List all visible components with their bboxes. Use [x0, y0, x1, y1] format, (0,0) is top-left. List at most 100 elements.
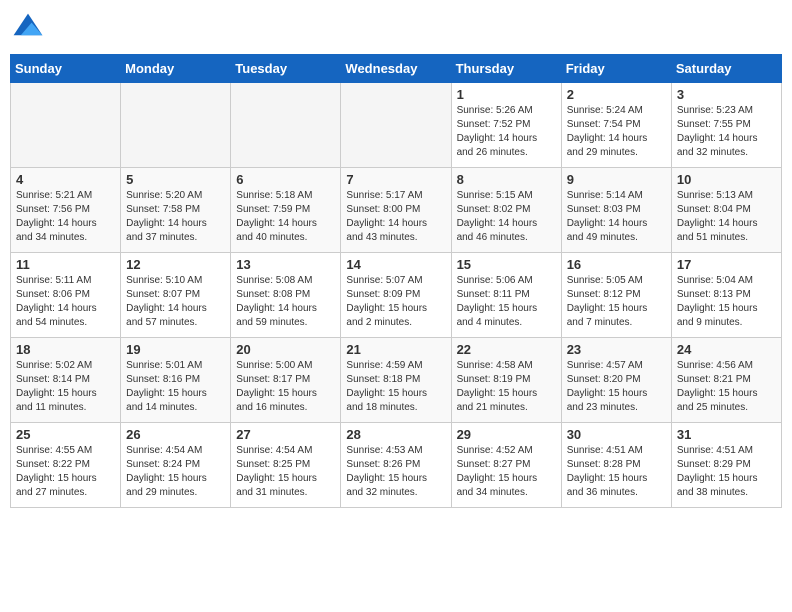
calendar-cell: 23Sunrise: 4:57 AM Sunset: 8:20 PM Dayli… [561, 338, 671, 423]
day-info: Sunrise: 5:17 AM Sunset: 8:00 PM Dayligh… [346, 189, 445, 245]
day-info: Sunrise: 5:10 AM Sunset: 8:07 PM Dayligh… [126, 274, 225, 330]
header-cell-sunday: Sunday [11, 55, 121, 83]
day-number: 19 [126, 342, 225, 357]
calendar-cell [341, 83, 451, 168]
calendar-cell: 7 Sunrise: 5:17 AM Sunset: 8:00 PM Daylig… [341, 168, 451, 253]
calendar-cell [121, 83, 231, 168]
logo [10, 10, 50, 46]
day-number: 3 [677, 87, 776, 102]
day-number: 18 [16, 342, 115, 357]
day-info: Sunrise: 5:02 AM Sunset: 8:14 PM Dayligh… [16, 359, 115, 415]
day-number: 25 [16, 427, 115, 442]
day-number: 29 [457, 427, 556, 442]
calendar-cell: 2Sunrise: 5:24 AM Sunset: 7:54 PM Daylig… [561, 83, 671, 168]
calendar-cell: 24 Sunrise: 4:56 AM Sunset: 8:21 PM Dayli… [671, 338, 781, 423]
calendar-cell: 4Sunrise: 5:21 AM Sunset: 7:56 PM Daylig… [11, 168, 121, 253]
calendar-cell: 3 Sunrise: 5:23 AM Sunset: 7:55 PM Daylig… [671, 83, 781, 168]
day-number: 9 [567, 172, 666, 187]
day-info: Sunrise: 5:06 AM Sunset: 8:11 PM Dayligh… [457, 274, 556, 330]
header-cell-friday: Friday [561, 55, 671, 83]
header-cell-wednesday: Wednesday [341, 55, 451, 83]
calendar-cell: 10 Sunrise: 5:13 AM Sunset: 8:04 PM Dayli… [671, 168, 781, 253]
day-number: 14 [346, 257, 445, 272]
day-info: Sunrise: 4:51 AM Sunset: 8:29 PM Dayligh… [677, 444, 776, 500]
day-info: Sunrise: 5:05 AM Sunset: 8:12 PM Dayligh… [567, 274, 666, 330]
header-cell-saturday: Saturday [671, 55, 781, 83]
day-number: 21 [346, 342, 445, 357]
calendar-cell: 20Sunrise: 5:00 AM Sunset: 8:17 PM Dayli… [231, 338, 341, 423]
day-number: 26 [126, 427, 225, 442]
day-info: Sunrise: 4:53 AM Sunset: 8:26 PM Dayligh… [346, 444, 445, 500]
day-info: Sunrise: 4:52 AM Sunset: 8:27 PM Dayligh… [457, 444, 556, 500]
day-info: Sunrise: 4:54 AM Sunset: 8:24 PM Dayligh… [126, 444, 225, 500]
day-info: Sunrise: 5:11 AM Sunset: 8:06 PM Dayligh… [16, 274, 115, 330]
day-info: Sunrise: 5:07 AM Sunset: 8:09 PM Dayligh… [346, 274, 445, 330]
day-info: Sunrise: 4:59 AM Sunset: 8:18 PM Dayligh… [346, 359, 445, 415]
calendar-cell [231, 83, 341, 168]
day-number: 6 [236, 172, 335, 187]
day-info: Sunrise: 5:24 AM Sunset: 7:54 PM Dayligh… [567, 104, 666, 160]
calendar-cell: 15 Sunrise: 5:06 AM Sunset: 8:11 PM Dayli… [451, 253, 561, 338]
calendar-cell: 25Sunrise: 4:55 AM Sunset: 8:22 PM Dayli… [11, 423, 121, 508]
week-row-2: 4Sunrise: 5:21 AM Sunset: 7:56 PM Daylig… [11, 168, 782, 253]
calendar-cell: 31 Sunrise: 4:51 AM Sunset: 8:29 PM Dayli… [671, 423, 781, 508]
calendar-cell: 26 Sunrise: 4:54 AM Sunset: 8:24 PM Dayli… [121, 423, 231, 508]
day-info: Sunrise: 5:15 AM Sunset: 8:02 PM Dayligh… [457, 189, 556, 245]
day-number: 15 [457, 257, 556, 272]
day-info: Sunrise: 5:20 AM Sunset: 7:58 PM Dayligh… [126, 189, 225, 245]
day-number: 24 [677, 342, 776, 357]
calendar-cell: 21 Sunrise: 4:59 AM Sunset: 8:18 PM Dayli… [341, 338, 451, 423]
week-row-4: 18 Sunrise: 5:02 AM Sunset: 8:14 PM Dayli… [11, 338, 782, 423]
calendar-cell: 30 Sunrise: 4:51 AM Sunset: 8:28 PM Dayli… [561, 423, 671, 508]
day-number: 17 [677, 257, 776, 272]
day-number: 11 [16, 257, 115, 272]
header-row: SundayMondayTuesdayWednesdayThursdayFrid… [11, 55, 782, 83]
day-info: Sunrise: 5:00 AM Sunset: 8:17 PM Dayligh… [236, 359, 335, 415]
calendar-cell: 28Sunrise: 4:53 AM Sunset: 8:26 PM Dayli… [341, 423, 451, 508]
calendar-header: SundayMondayTuesdayWednesdayThursdayFrid… [11, 55, 782, 83]
day-number: 31 [677, 427, 776, 442]
day-number: 4 [16, 172, 115, 187]
calendar-cell: 11 Sunrise: 5:11 AM Sunset: 8:06 PM Dayli… [11, 253, 121, 338]
day-info: Sunrise: 5:01 AM Sunset: 8:16 PM Dayligh… [126, 359, 225, 415]
day-number: 30 [567, 427, 666, 442]
calendar-cell: 18 Sunrise: 5:02 AM Sunset: 8:14 PM Dayli… [11, 338, 121, 423]
day-number: 8 [457, 172, 556, 187]
day-info: Sunrise: 4:57 AM Sunset: 8:20 PM Dayligh… [567, 359, 666, 415]
calendar-cell: 5 Sunrise: 5:20 AM Sunset: 7:58 PM Daylig… [121, 168, 231, 253]
week-row-1: 1 Sunrise: 5:26 AM Sunset: 7:52 PM Daylig… [11, 83, 782, 168]
day-info: Sunrise: 5:14 AM Sunset: 8:03 PM Dayligh… [567, 189, 666, 245]
day-number: 27 [236, 427, 335, 442]
day-number: 1 [457, 87, 556, 102]
day-number: 22 [457, 342, 556, 357]
day-info: Sunrise: 5:13 AM Sunset: 8:04 PM Dayligh… [677, 189, 776, 245]
day-number: 10 [677, 172, 776, 187]
day-info: Sunrise: 5:18 AM Sunset: 7:59 PM Dayligh… [236, 189, 335, 245]
day-number: 12 [126, 257, 225, 272]
week-row-3: 11 Sunrise: 5:11 AM Sunset: 8:06 PM Dayli… [11, 253, 782, 338]
day-info: Sunrise: 4:51 AM Sunset: 8:28 PM Dayligh… [567, 444, 666, 500]
day-info: Sunrise: 4:54 AM Sunset: 8:25 PM Dayligh… [236, 444, 335, 500]
calendar-cell [11, 83, 121, 168]
day-info: Sunrise: 5:04 AM Sunset: 8:13 PM Dayligh… [677, 274, 776, 330]
calendar-table: SundayMondayTuesdayWednesdayThursdayFrid… [10, 54, 782, 508]
calendar-cell: 16Sunrise: 5:05 AM Sunset: 8:12 PM Dayli… [561, 253, 671, 338]
day-info: Sunrise: 5:26 AM Sunset: 7:52 PM Dayligh… [457, 104, 556, 160]
day-info: Sunrise: 4:56 AM Sunset: 8:21 PM Dayligh… [677, 359, 776, 415]
calendar-cell: 1 Sunrise: 5:26 AM Sunset: 7:52 PM Daylig… [451, 83, 561, 168]
calendar-cell: 9 Sunrise: 5:14 AM Sunset: 8:03 PM Daylig… [561, 168, 671, 253]
day-info: Sunrise: 4:58 AM Sunset: 8:19 PM Dayligh… [457, 359, 556, 415]
calendar-cell: 22 Sunrise: 4:58 AM Sunset: 8:19 PM Dayli… [451, 338, 561, 423]
calendar-cell: 14 Sunrise: 5:07 AM Sunset: 8:09 PM Dayli… [341, 253, 451, 338]
header-cell-thursday: Thursday [451, 55, 561, 83]
day-number: 5 [126, 172, 225, 187]
calendar-cell: 6 Sunrise: 5:18 AM Sunset: 7:59 PM Daylig… [231, 168, 341, 253]
day-number: 7 [346, 172, 445, 187]
header-cell-tuesday: Tuesday [231, 55, 341, 83]
day-info: Sunrise: 5:23 AM Sunset: 7:55 PM Dayligh… [677, 104, 776, 160]
calendar-cell: 19 Sunrise: 5:01 AM Sunset: 8:16 PM Dayli… [121, 338, 231, 423]
calendar-cell: 27 Sunrise: 4:54 AM Sunset: 8:25 PM Dayli… [231, 423, 341, 508]
calendar-cell: 8 Sunrise: 5:15 AM Sunset: 8:02 PM Daylig… [451, 168, 561, 253]
calendar-body: 1 Sunrise: 5:26 AM Sunset: 7:52 PM Daylig… [11, 83, 782, 508]
calendar-cell: 17 Sunrise: 5:04 AM Sunset: 8:13 PM Dayli… [671, 253, 781, 338]
